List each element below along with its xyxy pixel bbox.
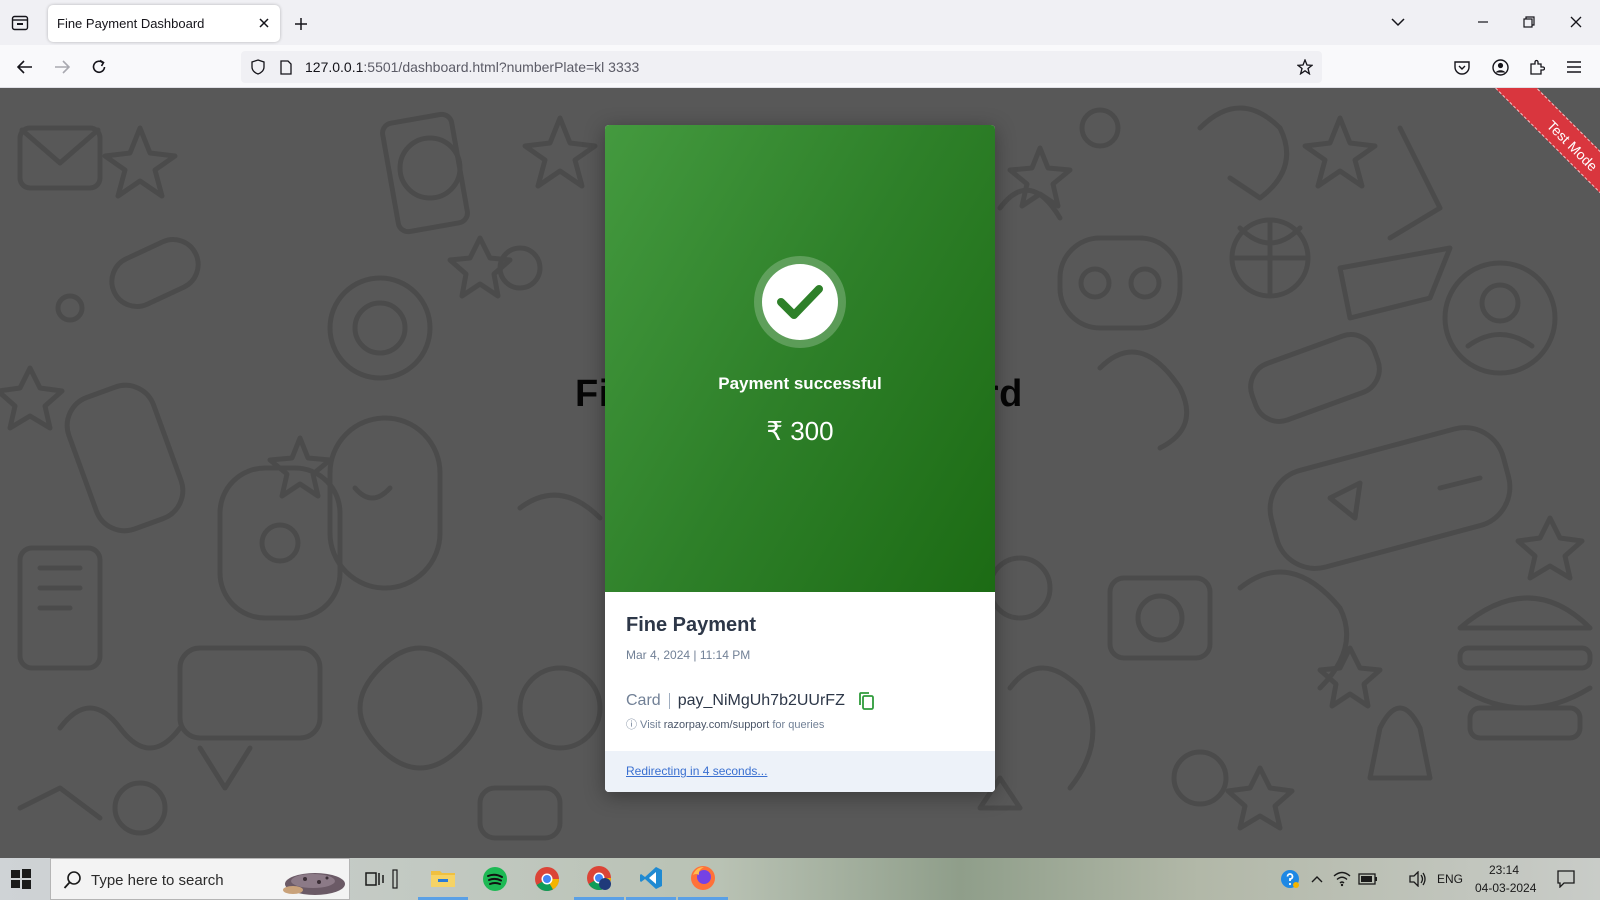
network-icon[interactable] xyxy=(1332,869,1352,889)
vscode-icon[interactable] xyxy=(626,858,676,900)
url-text: 127.0.0.1:5501/dashboard.html?numberPlat… xyxy=(305,59,639,75)
test-mode-label: Test Mode xyxy=(1495,88,1600,223)
support-link[interactable]: razorpay.com/support xyxy=(664,719,770,731)
chevron-up-icon[interactable] xyxy=(1307,869,1327,889)
chrome-icon[interactable] xyxy=(522,858,572,900)
support-prefix: ⓘ Visit xyxy=(626,719,661,731)
url-bar[interactable]: 127.0.0.1:5501/dashboard.html?numberPlat… xyxy=(241,51,1322,83)
close-window-icon[interactable] xyxy=(1564,10,1588,34)
firefox-icon[interactable] xyxy=(678,858,728,900)
search-icon xyxy=(63,870,83,890)
payment-details: Fine Payment Mar 4, 2024 | 11:14 PM Card… xyxy=(605,592,995,792)
support-line: ⓘ Visit razorpay.com/support for queries xyxy=(626,716,824,732)
reload-icon[interactable] xyxy=(87,55,111,79)
clock-date[interactable]: 04-03-2024 xyxy=(1475,881,1536,895)
minimize-icon[interactable] xyxy=(1471,10,1495,34)
payment-status: Payment successful xyxy=(718,374,882,393)
restore-icon[interactable] xyxy=(1517,10,1541,34)
taskbar-search-box[interactable]: Type here to search xyxy=(50,858,350,900)
success-header: Payment successful ₹ 300 xyxy=(605,125,995,592)
chrome-profile-icon[interactable] xyxy=(574,858,624,900)
widget-divider-icon xyxy=(380,858,410,900)
back-icon[interactable] xyxy=(13,55,37,79)
copy-icon[interactable] xyxy=(857,692,875,710)
support-suffix: for queries xyxy=(772,719,825,731)
windows-taskbar: Type here to search ENG 23:14 04-03-2024 xyxy=(0,858,1600,900)
notifications-icon[interactable] xyxy=(1556,869,1576,889)
help-icon[interactable] xyxy=(1280,869,1300,889)
active-tab[interactable]: Fine Payment Dashboard xyxy=(48,5,280,42)
language-indicator[interactable]: ENG xyxy=(1437,872,1463,886)
bookmark-star-icon[interactable] xyxy=(1296,58,1314,76)
success-check-ring xyxy=(754,256,846,348)
extensions-icon[interactable] xyxy=(1525,55,1549,79)
menu-icon[interactable] xyxy=(1562,55,1586,79)
payment-amount: ₹ 300 xyxy=(766,416,834,446)
payment-method-label: Card xyxy=(626,692,661,709)
redirect-bar: Redirecting in 4 seconds... xyxy=(605,751,995,792)
list-all-tabs-icon[interactable] xyxy=(1386,10,1410,34)
browser-nav-bar: 127.0.0.1:5501/dashboard.html?numberPlat… xyxy=(0,45,1600,88)
forward-icon[interactable] xyxy=(50,55,74,79)
account-icon[interactable] xyxy=(1488,55,1512,79)
page-icon[interactable] xyxy=(277,58,295,76)
pocket-icon[interactable] xyxy=(1450,55,1474,79)
page-content: Fird Test Mode Payment successful ₹ 300 … xyxy=(0,88,1600,858)
search-highlight-image xyxy=(283,873,345,895)
redirect-link[interactable]: Redirecting in 4 seconds... xyxy=(626,764,767,778)
new-tab-icon[interactable] xyxy=(289,12,313,36)
browser-tab-bar: Fine Payment Dashboard xyxy=(0,0,1600,45)
close-tab-icon[interactable] xyxy=(256,15,272,31)
url-host: 127.0.0.1 xyxy=(305,59,364,75)
payment-date: Mar 4, 2024 | 11:14 PM xyxy=(626,648,751,662)
clock-time[interactable]: 23:14 xyxy=(1489,863,1519,877)
payment-id: pay_NiMgUh7b2UUrFZ xyxy=(677,692,845,709)
volume-icon[interactable] xyxy=(1408,869,1428,889)
windows-start-icon[interactable] xyxy=(10,868,32,890)
url-path: :5501/dashboard.html?numberPlate=kl 3333 xyxy=(363,59,640,75)
firefox-view-icon[interactable] xyxy=(6,9,34,37)
merchant-name: Fine Payment xyxy=(626,614,757,636)
payment-method-line: Card pay_NiMgUh7b2UUrFZ xyxy=(626,692,875,710)
shield-icon[interactable] xyxy=(249,58,267,76)
file-explorer-icon[interactable] xyxy=(418,858,468,900)
test-mode-ribbon: Test Mode xyxy=(1460,88,1600,228)
battery-icon[interactable] xyxy=(1358,869,1378,889)
payment-success-modal: Payment successful ₹ 300 Fine Payment Ma… xyxy=(605,125,995,792)
divider xyxy=(668,693,670,709)
search-placeholder: Type here to search xyxy=(91,872,224,889)
tab-title: Fine Payment Dashboard xyxy=(57,16,205,31)
spotify-icon[interactable] xyxy=(470,858,520,900)
checkmark-icon xyxy=(762,264,838,340)
